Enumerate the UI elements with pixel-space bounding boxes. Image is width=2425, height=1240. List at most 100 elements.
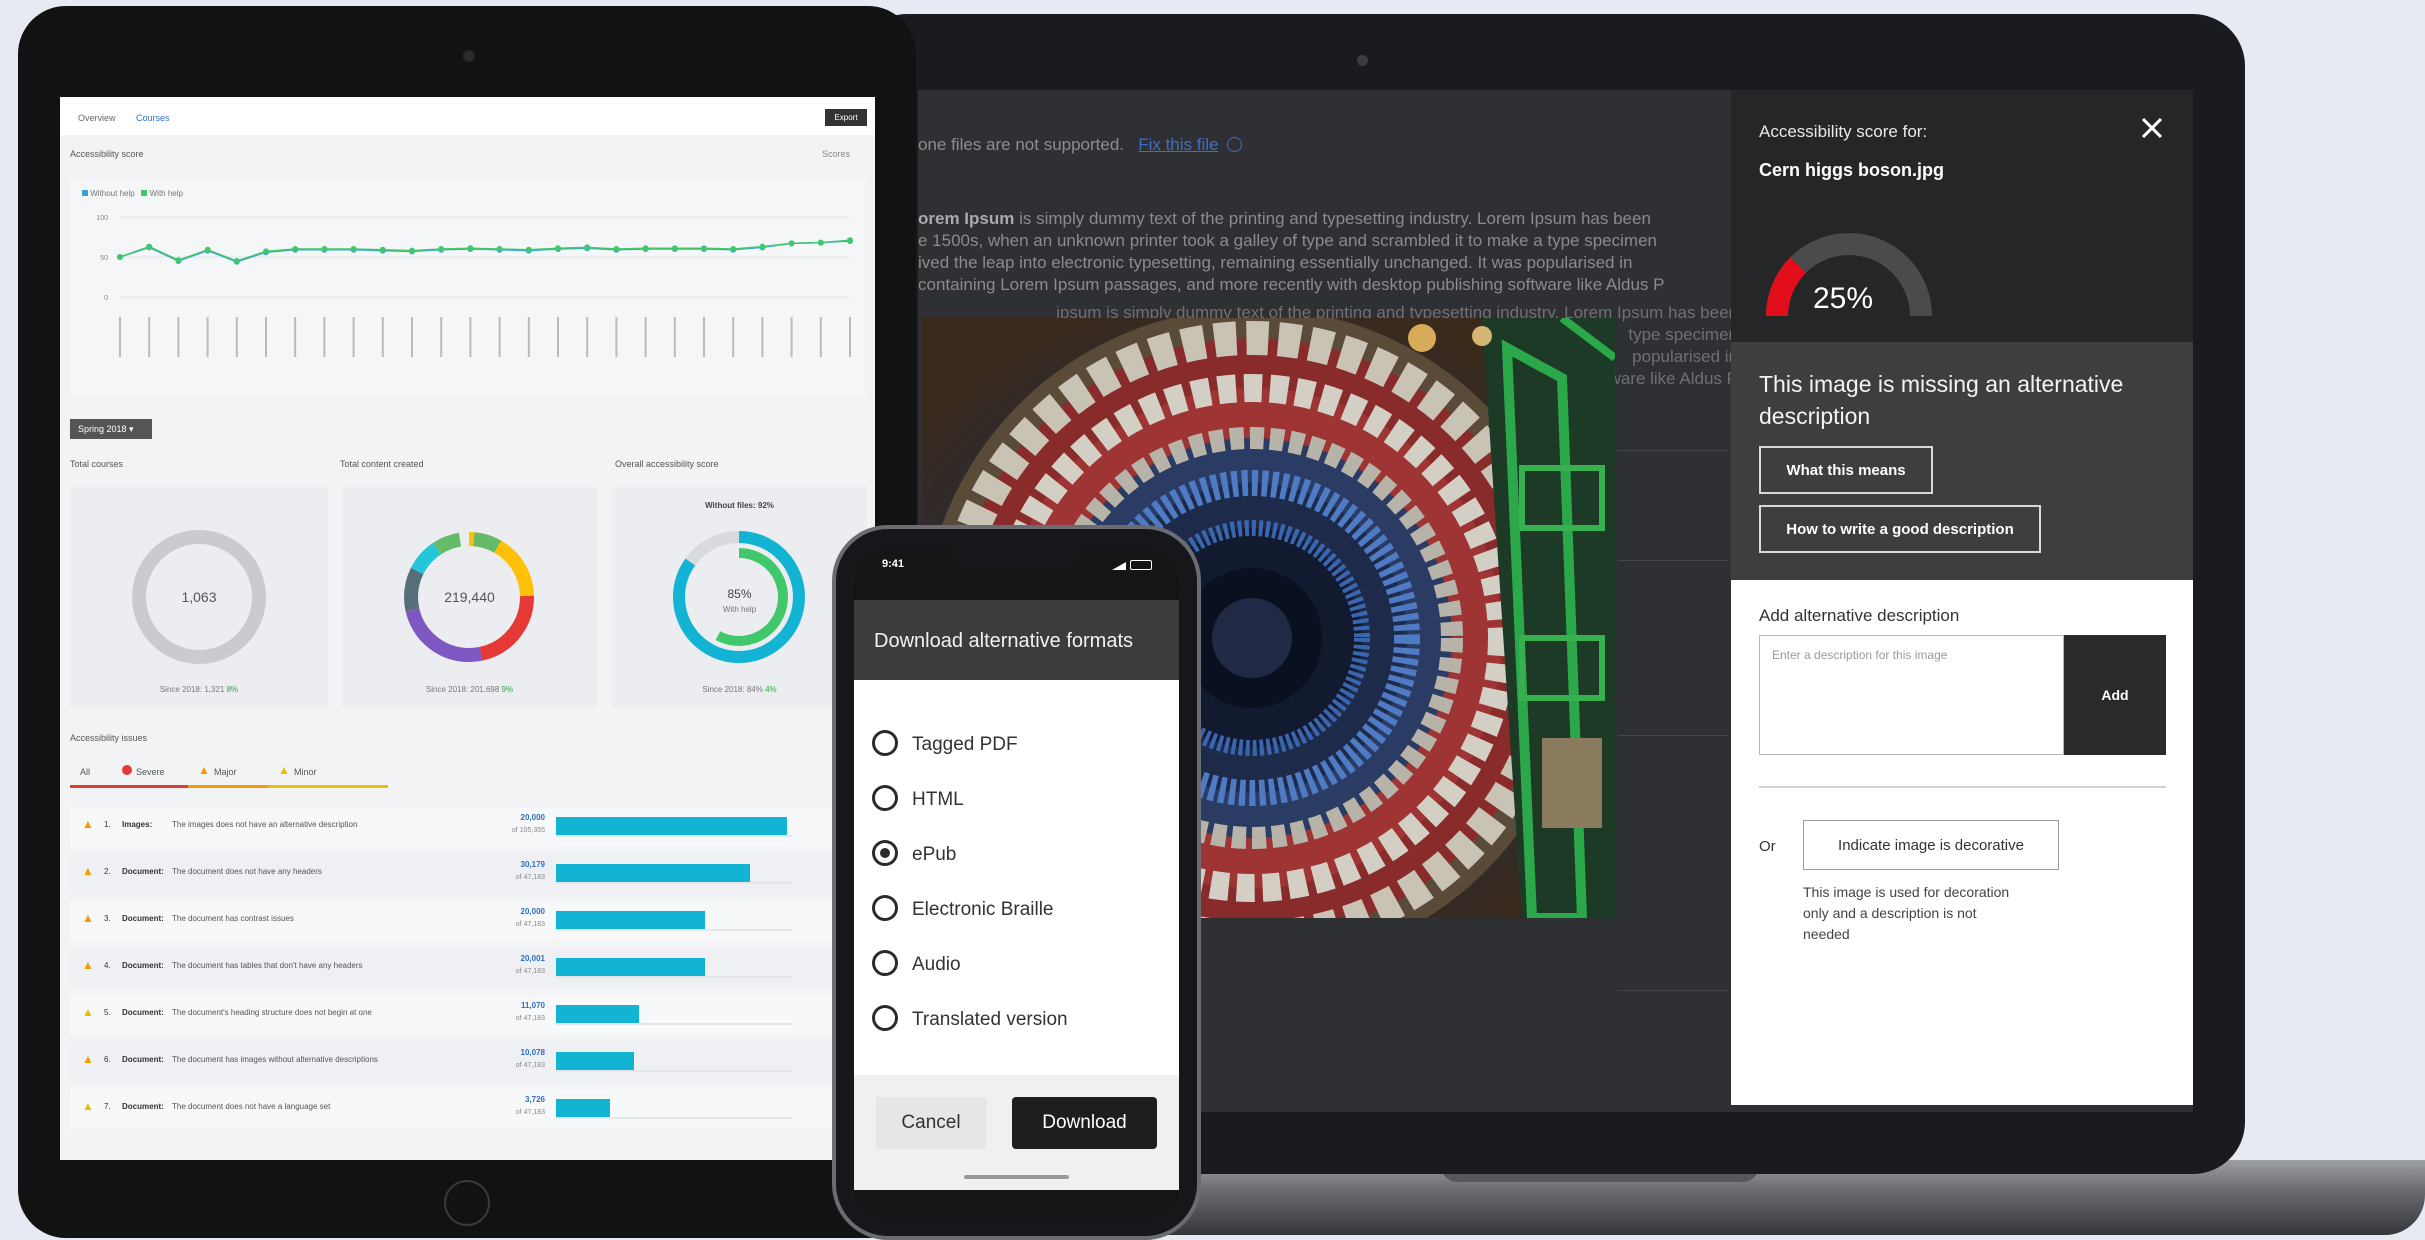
warning-icon: ▲ [82, 911, 94, 925]
radio-button[interactable] [872, 895, 898, 921]
issue-bar-fill [556, 1099, 610, 1117]
issue-count: 20,001 [520, 954, 545, 963]
what-this-means-button[interactable]: What this means [1759, 446, 1933, 494]
data-point[interactable] [788, 240, 795, 247]
term-select[interactable]: Spring 2018 ▾ [70, 419, 152, 439]
data-point[interactable] [438, 246, 445, 252]
data-point[interactable] [146, 243, 153, 250]
tab-overview[interactable]: Overview [78, 113, 116, 123]
signal-icon [1112, 562, 1126, 570]
issue-bar-track [556, 1070, 792, 1072]
export-button[interactable]: Export [825, 109, 867, 126]
issue-type: Document: [122, 1102, 164, 1111]
format-option[interactable]: Tagged PDF [872, 730, 1162, 760]
data-point[interactable] [204, 246, 211, 253]
format-option[interactable]: Electronic Braille [872, 895, 1162, 925]
issue-row[interactable]: ▲ 4. Document: The document has tables that… [70, 948, 865, 988]
close-icon[interactable] [2136, 112, 2168, 144]
issue-count: 20,000 [520, 813, 545, 822]
tab-courses[interactable]: Courses [136, 113, 170, 123]
x-tick-label [761, 317, 764, 357]
data-point[interactable] [350, 246, 357, 252]
issue-type: Document: [122, 1008, 164, 1017]
issue-text: The document has images without alternat… [172, 1055, 378, 1064]
data-point[interactable] [584, 244, 591, 251]
data-point[interactable] [671, 245, 678, 252]
data-point[interactable] [701, 245, 707, 252]
issue-number: 1. [104, 820, 111, 829]
data-point[interactable] [467, 245, 474, 252]
issue-row[interactable]: ▲ 1. Images: The images does not have an al… [70, 807, 865, 847]
issue-text: The document's heading structure does no… [172, 1008, 372, 1017]
how-to-write-button[interactable]: How to write a good description [1759, 505, 2041, 553]
panel-divider [1759, 786, 2166, 788]
data-point[interactable] [263, 248, 269, 255]
data-point[interactable] [409, 247, 415, 254]
card-delta: 4% [765, 685, 777, 694]
panel-filename: Cern higgs boson.jpg [1759, 160, 1944, 180]
filter-all[interactable]: All [80, 767, 90, 777]
data-point[interactable] [496, 246, 503, 252]
dashboard-header [60, 97, 875, 135]
document-rule [1618, 450, 1728, 451]
data-point[interactable] [817, 239, 824, 246]
data-point[interactable] [613, 246, 620, 252]
x-tick-label [411, 317, 413, 357]
data-point[interactable] [847, 237, 853, 244]
issue-bar-fill [556, 911, 705, 929]
radio-button[interactable] [872, 950, 898, 976]
issue-row[interactable]: ▲ 6. Document: The document has images with… [70, 1042, 865, 1082]
issue-row[interactable]: ▲ 2. Document: The document does not have a… [70, 854, 865, 894]
filter-underline [188, 785, 268, 788]
add-button[interactable]: Add [2064, 635, 2166, 755]
card-title: Overall accessibility score [615, 459, 719, 469]
data-point[interactable] [292, 246, 299, 252]
card-foot-text: Since 2018: 1,321 [159, 685, 225, 694]
unsupported-notice: one files are not supported. Fix this fi… [918, 134, 1718, 156]
card-footer: Since 2018: 84% 4% [612, 685, 867, 694]
chart-filter-select[interactable]: Scores [822, 149, 850, 159]
add-description-panel: Add alternative description Enter a desc… [1731, 580, 2193, 1105]
x-tick-label [440, 317, 443, 357]
radio-button[interactable] [872, 1005, 898, 1031]
radio-button[interactable] [872, 785, 898, 811]
format-option[interactable]: HTML [872, 785, 1162, 815]
x-tick-label [381, 317, 384, 357]
format-option[interactable]: ePub [872, 840, 1162, 870]
phone-bottom [854, 1190, 1179, 1218]
data-point[interactable] [759, 243, 766, 250]
accessibility-line-chart: 100 50 0 [96, 215, 853, 357]
issue-row[interactable]: ▲ 7. Document: The document does not have a… [70, 1089, 865, 1129]
issue-bar-fill [556, 864, 750, 882]
data-point[interactable] [525, 246, 532, 253]
issue-row[interactable]: ▲ 3. Document: The document has contrast is… [70, 901, 865, 941]
data-point[interactable] [642, 245, 649, 252]
radio-button[interactable] [872, 730, 898, 756]
data-point[interactable] [117, 254, 123, 260]
warning-icon: ▲ [82, 1005, 94, 1019]
data-point[interactable] [555, 245, 561, 252]
issue-row[interactable]: ▲ 5. Document: The document's heading struc… [70, 995, 865, 1035]
info-circle-icon [1227, 137, 1243, 152]
issue-bar-track [556, 882, 792, 884]
data-point[interactable] [233, 258, 240, 264]
format-option[interactable]: Audio [872, 950, 1162, 980]
cancel-button[interactable]: Cancel [876, 1097, 986, 1149]
data-point[interactable] [321, 246, 328, 252]
data-point[interactable] [379, 246, 386, 253]
description-input[interactable]: Enter a description for this image [1759, 635, 2064, 755]
close-glyph [2141, 117, 2163, 139]
decorative-button[interactable]: Indicate image is decorative [1803, 820, 2059, 870]
filter-major[interactable]: Major [214, 767, 237, 777]
format-options: Tagged PDF HTML ePub Electronic Braille Audi… [854, 680, 1179, 1075]
filter-severe[interactable]: Severe [136, 767, 165, 777]
tablet-dashboard: Overview Courses Export Accessibility sc… [60, 97, 875, 1160]
fix-file-link[interactable]: Fix this file [1138, 135, 1218, 154]
data-point[interactable] [175, 257, 182, 264]
download-button[interactable]: Download [1012, 1097, 1157, 1149]
data-point[interactable] [730, 246, 737, 252]
format-option[interactable]: Translated version [872, 1005, 1162, 1035]
radio-button[interactable] [872, 840, 898, 866]
filter-minor[interactable]: Minor [294, 767, 317, 777]
x-tick-label [527, 317, 530, 357]
